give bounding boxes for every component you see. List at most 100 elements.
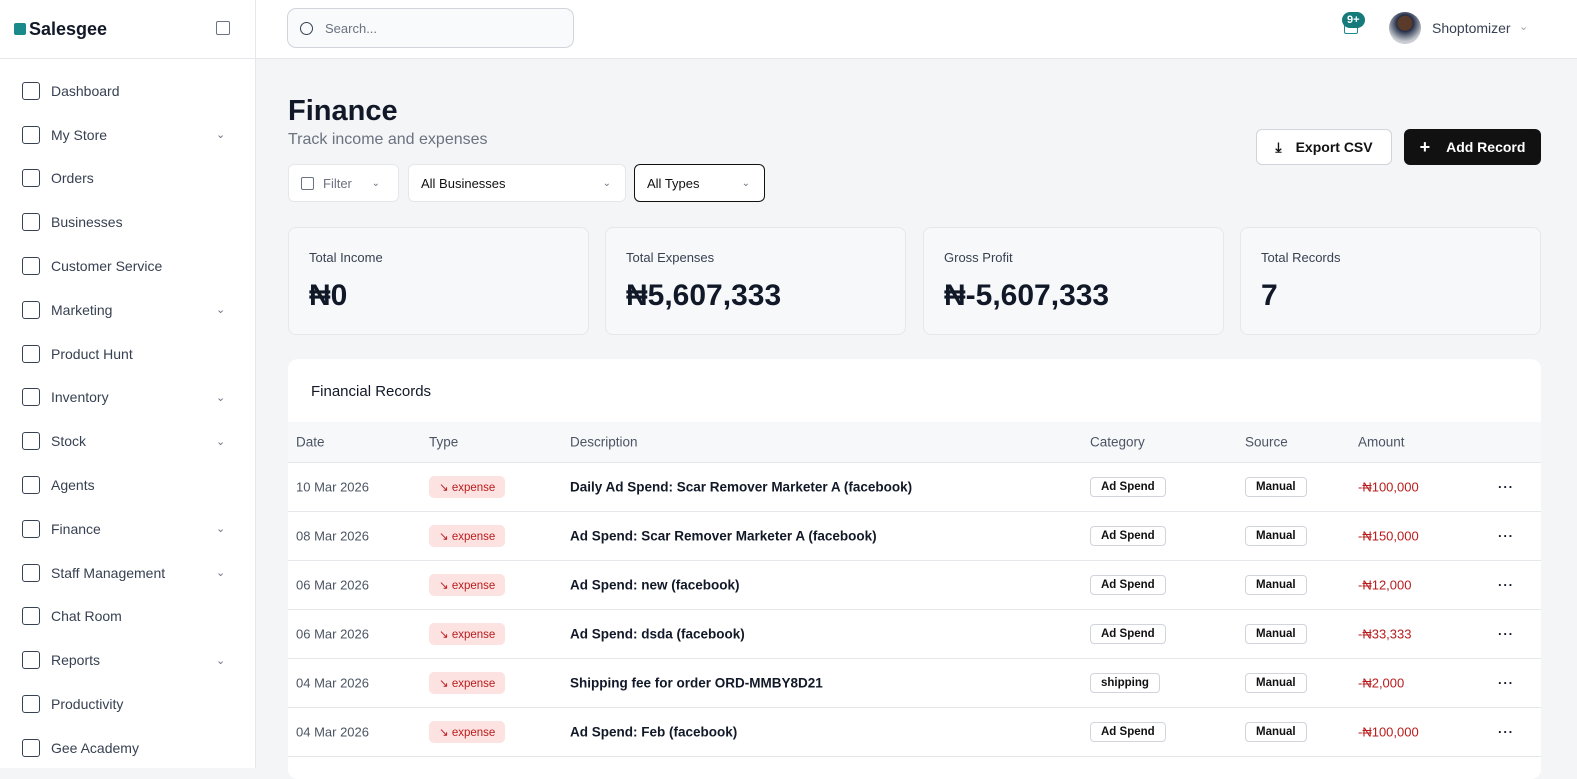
chevron-down-icon: ⌄: [371, 177, 380, 189]
sidebar-item-staff-management[interactable]: Staff Management ⌄: [0, 551, 255, 595]
more-actions-icon[interactable]: ···: [1498, 480, 1514, 495]
column-header[interactable]: Date: [296, 435, 325, 450]
sidebar-item-stock[interactable]: Stock ⌄: [0, 419, 255, 463]
column-header[interactable]: Description: [570, 435, 638, 450]
table-row[interactable]: 10 Mar 2026 ↘ expense Daily Ad Spend: Sc…: [288, 463, 1541, 512]
stat-label: Total Income: [309, 250, 383, 265]
type-badge: ↘ expense: [429, 721, 506, 743]
cart-icon: [22, 169, 40, 188]
stat-label: Gross Profit: [944, 250, 1013, 265]
more-actions-icon[interactable]: ···: [1498, 725, 1514, 740]
more-actions-icon[interactable]: ···: [1498, 578, 1514, 593]
box-icon: [22, 344, 40, 363]
category-badge: Ad Spend: [1090, 624, 1166, 644]
category-badge: Ad Spend: [1090, 575, 1166, 595]
sidebar-item-marketing[interactable]: Marketing ⌄: [0, 288, 255, 332]
sidebar-item-label: Inventory: [51, 389, 109, 406]
trending-down-icon: ↘: [439, 727, 452, 739]
sidebar-item-productivity[interactable]: Productivity: [0, 682, 255, 726]
megaphone-icon: [22, 300, 40, 319]
date-cell: 04 Mar 2026: [296, 724, 369, 740]
stat-value: 7: [1261, 279, 1278, 312]
users-icon: [22, 257, 40, 276]
sidebar-item-label: Customer Service: [51, 258, 163, 275]
chevron-down-icon[interactable]: ⌄: [1519, 20, 1528, 33]
category-badge: Ad Spend: [1090, 722, 1166, 742]
sidebar-item-label: Businesses: [51, 214, 123, 231]
add-record-button[interactable]: + Add Record: [1404, 129, 1541, 165]
table-row[interactable]: 06 Mar 2026 ↘ expense Ad Spend: new (fac…: [288, 561, 1541, 610]
chevron-down-icon: ⌄: [216, 567, 226, 580]
plus-icon: +: [1419, 136, 1431, 157]
boxes-icon: [22, 432, 40, 451]
notification-badge[interactable]: 9+: [1342, 12, 1365, 28]
sidebar-item-customer-service[interactable]: Customer Service: [0, 244, 255, 288]
source-badge: Manual: [1245, 624, 1307, 644]
sidebar-item-label: Agents: [51, 477, 95, 494]
type-value: All Types: [647, 175, 700, 191]
calendar-icon: [301, 176, 314, 190]
sidebar-collapse-icon[interactable]: [216, 21, 230, 35]
column-header[interactable]: Amount: [1358, 435, 1405, 450]
more-actions-icon[interactable]: ···: [1498, 676, 1514, 691]
sidebar-item-product-hunt[interactable]: Product Hunt: [0, 332, 255, 376]
sidebar-item-label: Stock: [51, 433, 87, 450]
sidebar-item-label: Reports: [51, 652, 101, 669]
sidebar-item-dashboard[interactable]: Dashboard: [0, 69, 255, 113]
more-actions-icon[interactable]: ···: [1498, 529, 1514, 544]
user-name[interactable]: Shoptomizer: [1432, 20, 1511, 36]
trending-down-icon: ↘: [439, 531, 452, 543]
financial-records-card: Financial Records Date Type Description Cat…: [288, 359, 1541, 779]
sidebar-item-orders[interactable]: Orders: [0, 157, 255, 201]
column-header[interactable]: Category: [1090, 435, 1145, 450]
export-csv-button[interactable]: ⤓ Export CSV: [1256, 129, 1392, 165]
stat-card: Total Records 7: [1240, 227, 1541, 335]
table-row[interactable]: 04 Mar 2026 ↘ expense Shipping fee for o…: [288, 659, 1541, 708]
more-actions-icon[interactable]: ···: [1498, 627, 1514, 642]
stat-label: Total Records: [1261, 250, 1341, 265]
table-row[interactable]: 08 Mar 2026 ↘ expense Ad Spend: Scar Rem…: [288, 512, 1541, 561]
amount-cell: -₦12,000: [1358, 577, 1412, 593]
chevron-down-icon: ⌄: [216, 304, 226, 317]
store-icon: [22, 125, 40, 144]
description-cell: Ad Spend: Scar Remover Marketer A (faceb…: [570, 528, 877, 544]
search-input[interactable]: Search...: [287, 8, 574, 48]
type-label: expense: [451, 531, 496, 543]
source-badge: Manual: [1245, 477, 1307, 497]
column-header[interactable]: Type: [429, 435, 458, 450]
sidebar-item-label: Orders: [51, 170, 94, 187]
avatar[interactable]: [1389, 12, 1421, 44]
table-row[interactable]: 06 Mar 2026 ↘ expense Ad Spend: dsda (fa…: [288, 610, 1541, 659]
sidebar-item-finance[interactable]: Finance ⌄: [0, 507, 255, 551]
sidebar-item-inventory[interactable]: Inventory ⌄: [0, 376, 255, 420]
amount-cell: -₦150,000: [1358, 528, 1419, 544]
table-row[interactable]: 04 Mar 2026 ↘ expense Ad Spend: Feb (fac…: [288, 708, 1541, 757]
business-select[interactable]: All Businesses ⌄: [408, 164, 626, 202]
sidebar-item-label: Gee Academy: [51, 739, 139, 756]
type-badge: ↘ expense: [429, 476, 506, 498]
sidebar-item-chat-room[interactable]: Chat Room: [0, 595, 255, 639]
amount-cell: -₦100,000: [1358, 724, 1419, 740]
date-cell: 06 Mar 2026: [296, 626, 369, 642]
type-badge: ↘ expense: [429, 574, 506, 596]
download-icon: ⤓: [1275, 138, 1282, 155]
type-select[interactable]: All Types ⌄: [634, 164, 765, 202]
sidebar-item-reports[interactable]: Reports ⌄: [0, 638, 255, 682]
date-filter[interactable]: Filter ⌄: [288, 164, 399, 202]
sidebar-item-businesses[interactable]: Businesses: [0, 200, 255, 244]
trending-down-icon: ↘: [439, 629, 452, 641]
sidebar-item-agents[interactable]: Agents: [0, 463, 255, 507]
report-icon: [22, 651, 40, 670]
filter-label: Filter: [323, 175, 352, 191]
graduation-cap-icon: [22, 738, 40, 757]
stat-value: ₦0: [309, 279, 348, 312]
sidebar-item-gee-academy[interactable]: Gee Academy: [0, 726, 255, 770]
table-title: Financial Records: [311, 383, 432, 400]
grid-icon: [22, 81, 40, 100]
export-label: Export CSV: [1295, 139, 1373, 155]
sidebar-item-label: Product Hunt: [51, 345, 133, 362]
sidebar-item-my-store[interactable]: My Store ⌄: [0, 113, 255, 157]
stat-card: Gross Profit ₦-5,607,333: [923, 227, 1224, 335]
column-header[interactable]: Source: [1245, 435, 1288, 450]
chat-icon: [22, 607, 40, 626]
